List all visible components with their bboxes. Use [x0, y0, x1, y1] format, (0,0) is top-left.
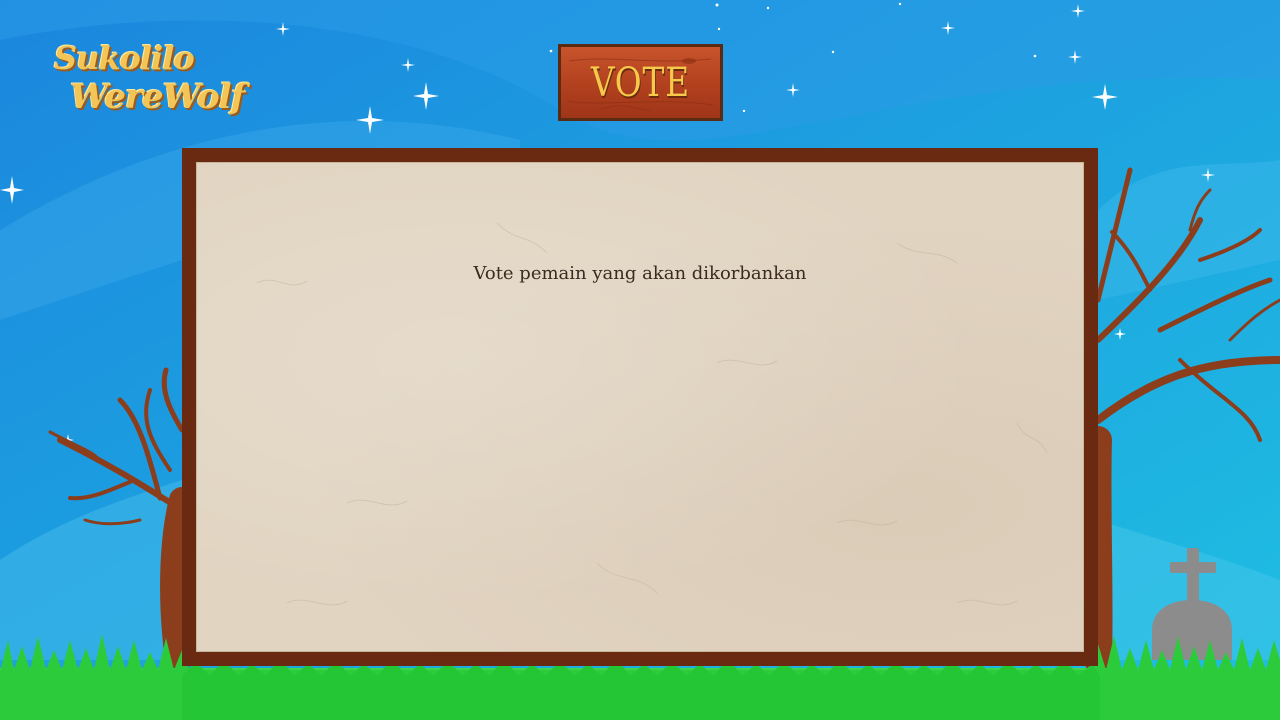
- logo-line-2: WereWolf: [70, 77, 245, 117]
- vote-title-sign: VOTE: [558, 44, 723, 121]
- game-logo: Sukolilo WereWolf: [52, 38, 245, 128]
- vote-paper-panel: Vote pemain yang akan dikorbankan: [196, 162, 1084, 652]
- vote-board: Vote pemain yang akan dikorbankan: [182, 148, 1098, 666]
- vote-title: VOTE: [590, 59, 691, 106]
- paper-texture: [256, 222, 1048, 606]
- vote-instruction: Vote pemain yang akan dikorbankan: [473, 263, 807, 284]
- logo-line-1: Sukolilo: [54, 39, 195, 77]
